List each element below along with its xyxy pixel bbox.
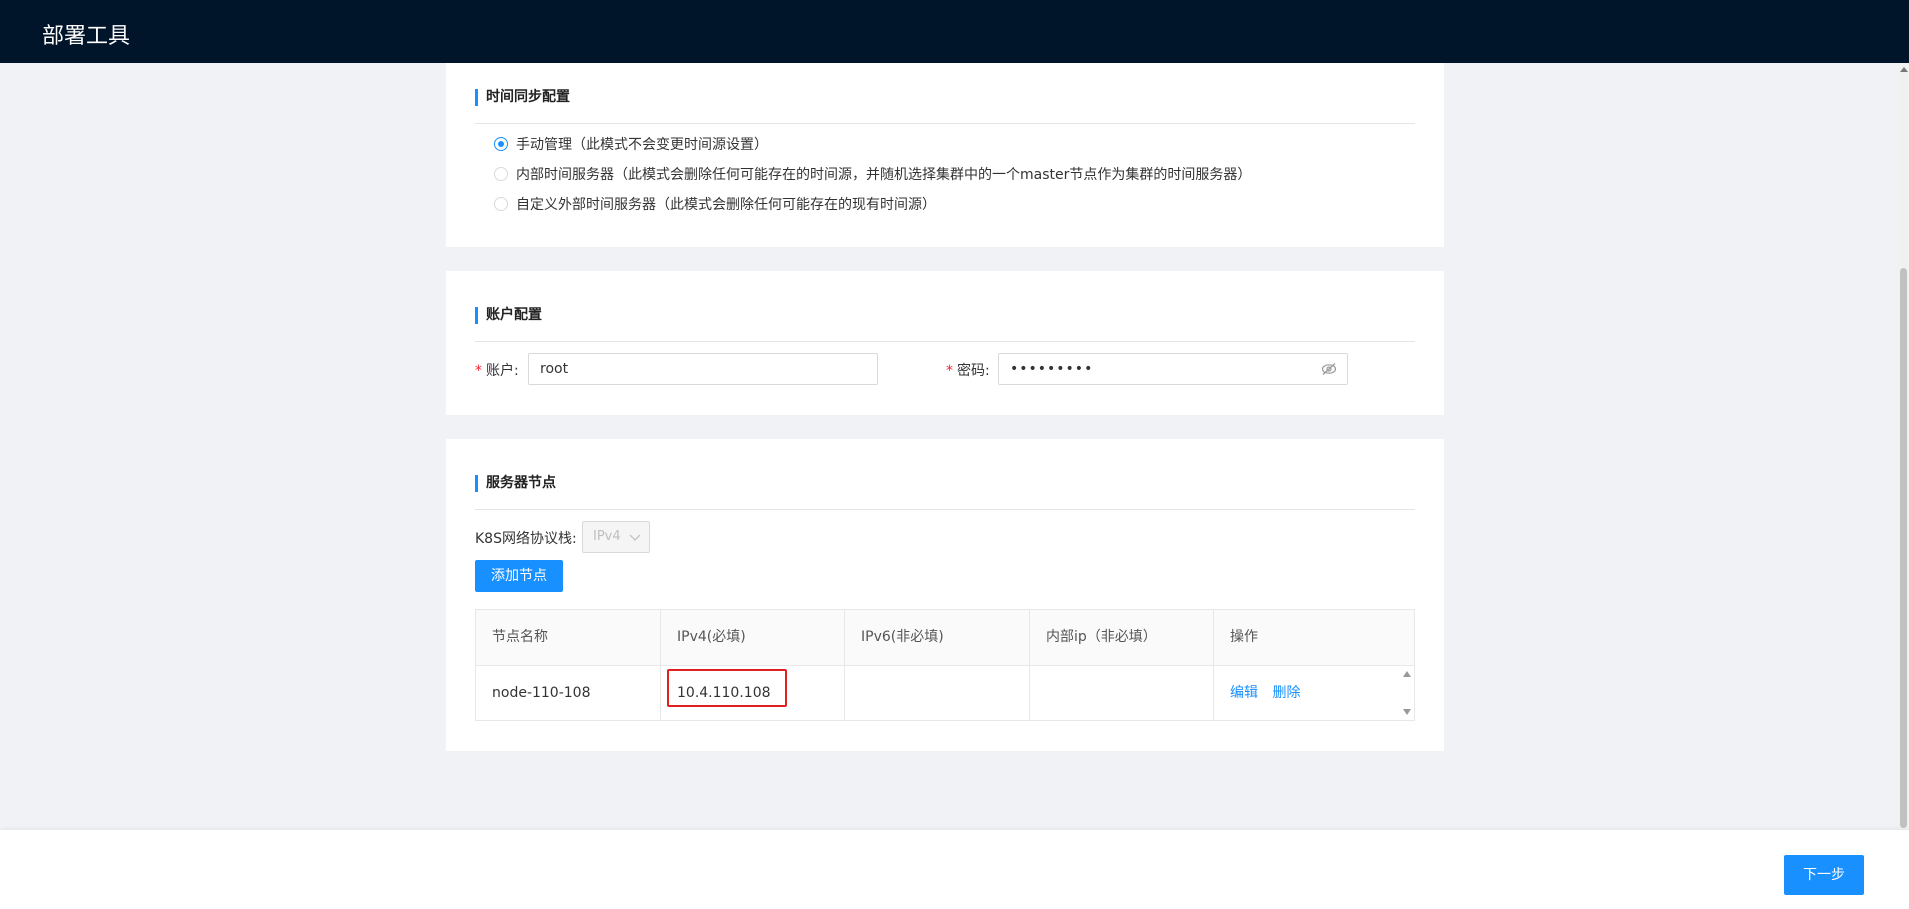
cell-internal-ip[interactable] — [1030, 666, 1214, 720]
cell-ipv4[interactable]: 10.4.110.108 — [661, 666, 845, 720]
radio-external-server[interactable]: 自定义外部时间服务器（此模式会删除任何可能存在的现有时间源） — [494, 195, 936, 215]
user-input[interactable]: root — [528, 353, 878, 385]
server-nodes-card: 服务器节点 K8S网络协议栈: IPv4 添加节点 节点名称 IPv4(必填) … — [446, 439, 1444, 751]
radio-checked-icon[interactable] — [494, 137, 508, 151]
divider — [475, 341, 1415, 342]
stack-label: K8S网络协议栈: — [475, 531, 577, 547]
cell-actions: 编辑 删除 — [1214, 666, 1414, 720]
col-ipv4: IPv4(必填) — [661, 610, 845, 665]
eye-invisible-icon[interactable] — [1321, 362, 1337, 376]
delete-link[interactable]: 删除 — [1272, 685, 1300, 701]
time-sync-card: 时间同步配置 手动管理（此模式不会变更时间源设置） 内部时间服务器（此模式会删除… — [446, 63, 1444, 247]
required-mark: * — [475, 363, 482, 379]
radio-unchecked-icon[interactable] — [494, 167, 508, 181]
stack-select[interactable]: IPv4 — [582, 521, 650, 553]
app-title: 部署工具 — [42, 24, 131, 49]
nodes-table: 节点名称 IPv4(必填) IPv6(非必填) 内部ip（非必填） 操作 nod… — [475, 609, 1415, 721]
divider — [475, 509, 1415, 510]
radio-unchecked-icon[interactable] — [494, 197, 508, 211]
account-card: 账户配置 * 账户: root * 密码: ••••••••• — [446, 271, 1444, 415]
password-input-value: ••••••••• — [1010, 361, 1094, 377]
divider — [475, 123, 1415, 124]
radio-manual[interactable]: 手动管理（此模式不会变更时间源设置） — [494, 135, 768, 155]
radio-internal-label: 内部时间服务器（此模式会删除任何可能存在的时间源，并随机选择集群中的一个mast… — [516, 167, 1252, 183]
password-label-text: 密码: — [957, 363, 990, 379]
footer-bar: 下一步 — [0, 830, 1909, 909]
radio-internal-server[interactable]: 内部时间服务器（此模式会删除任何可能存在的时间源，并随机选择集群中的一个mast… — [494, 165, 1251, 185]
table-scrollbar[interactable] — [1400, 666, 1414, 720]
scroll-up-icon[interactable] — [1900, 67, 1908, 72]
scrollbar-thumb[interactable] — [1900, 268, 1907, 828]
next-step-button[interactable]: 下一步 — [1784, 855, 1864, 895]
radio-external-label: 自定义外部时间服务器（此模式会删除任何可能存在的现有时间源） — [516, 197, 936, 213]
user-label: * 账户: — [475, 360, 519, 380]
nodes-title: 服务器节点 — [475, 475, 556, 492]
highlight-box — [667, 669, 787, 707]
cell-node-name: node-110-108 — [476, 666, 661, 720]
col-node-name: 节点名称 — [476, 610, 661, 665]
edit-link[interactable]: 编辑 — [1230, 685, 1258, 701]
user-input-value: root — [540, 361, 569, 377]
add-node-button[interactable]: 添加节点 — [475, 560, 563, 592]
col-actions: 操作 — [1230, 629, 1258, 645]
account-title: 账户配置 — [475, 307, 542, 324]
password-input[interactable]: ••••••••• — [998, 353, 1348, 385]
col-internal-ip: 内部ip（非必填） — [1030, 610, 1214, 665]
time-sync-title: 时间同步配置 — [475, 89, 570, 106]
chevron-down-icon — [629, 534, 641, 541]
scroll-up-icon[interactable] — [1403, 671, 1411, 677]
radio-manual-label: 手动管理（此模式不会变更时间源设置） — [516, 137, 768, 153]
user-label-text: 账户: — [486, 363, 519, 379]
required-mark: * — [946, 363, 953, 379]
stack-select-value: IPv4 — [593, 529, 621, 544]
table-row: node-110-108 10.4.110.108 编辑 删除 — [476, 666, 1414, 720]
cell-ipv6[interactable] — [845, 666, 1030, 720]
scroll-down-icon[interactable] — [1403, 709, 1411, 715]
top-bar: 部署工具 — [0, 0, 1909, 63]
page-scrollbar[interactable] — [1898, 63, 1909, 830]
password-label: * 密码: — [946, 360, 990, 380]
table-header: 节点名称 IPv4(必填) IPv6(非必填) 内部ip（非必填） 操作 — [476, 610, 1414, 666]
col-ipv6: IPv6(非必填) — [845, 610, 1030, 665]
